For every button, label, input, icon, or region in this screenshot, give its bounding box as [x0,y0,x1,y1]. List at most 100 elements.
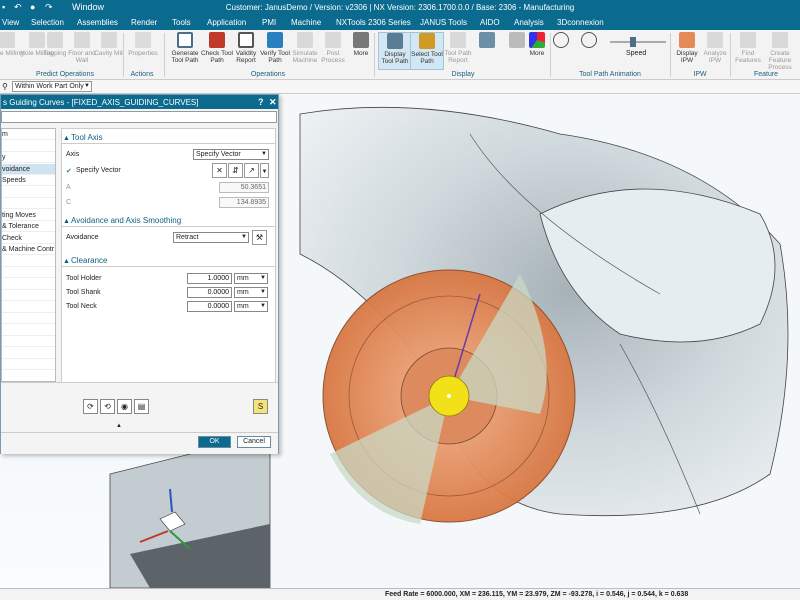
select-tool-path-icon [419,33,435,49]
find-features-button[interactable]: Find Features [731,32,765,70]
nav-item[interactable]: voidance [2,163,55,175]
nav-item[interactable]: & Machine Contr [2,244,55,255]
menu-nxtools[interactable]: NXTools 2306 Series [336,18,411,27]
nav-item[interactable] [2,187,55,198]
group-predict-operations: Predict Operations [36,71,94,78]
nav-item[interactable] [2,371,55,381]
avoidance-settings-button[interactable]: ⚒ [252,230,267,245]
tool-neck-unit-select[interactable]: mm ▼ [234,301,268,312]
generate-icon: ⟳ [87,402,94,411]
section-avoidance[interactable]: ▲Avoidance and Axis Smoothing [62,216,275,227]
more-operations-button[interactable]: More [344,32,378,70]
vector-type-button[interactable]: ↗ [244,163,259,178]
check-icon: ✔ [66,168,72,175]
menu-machine[interactable]: Machine [291,18,321,27]
filter-icon[interactable]: ⚲ [2,82,8,91]
nav-item[interactable] [2,302,55,313]
section-clearance[interactable]: ▲Clearance [62,256,275,267]
cavity-mill-button[interactable]: Cavity Mill [92,32,126,70]
display-tool-path-button[interactable]: Display Tool Path [378,32,412,70]
section-tool-axis[interactable]: ▲Tool Axis [62,133,275,144]
a-angle-field[interactable]: 50.3651 [219,182,269,193]
validity-report-icon [238,32,254,48]
display-tool-path-icon [387,33,403,49]
properties-button[interactable]: Properties [126,32,160,70]
scope-select[interactable]: Within Work Part Only ▼ [12,81,92,92]
analyze-ipw-icon [707,32,723,48]
nav-item[interactable] [2,198,55,209]
speed-slider[interactable] [610,37,666,47]
menu-pmi[interactable]: PMI [262,18,276,27]
chevron-down-icon: ▲ [63,135,70,142]
nav-item[interactable] [2,290,55,301]
menu-selection[interactable]: Selection [31,18,64,27]
reverse-direction-button[interactable]: ⇵ [228,163,243,178]
nav-item[interactable] [2,336,55,347]
select-tool-path-button[interactable]: Select Tool Path [410,32,444,70]
nav-item[interactable]: Speeds [2,175,55,186]
generate-button[interactable]: ⟳ [83,399,98,414]
nav-item[interactable] [2,359,55,370]
verify-button[interactable]: ◉ [117,399,132,414]
cancel-button[interactable]: Cancel [237,436,271,448]
avoidance-select[interactable]: Retract ▼ [173,232,249,243]
list-button[interactable]: ▤ [134,399,149,414]
select-tool-path-dialog-button[interactable]: S [253,399,268,414]
nav-item[interactable]: y [2,152,55,163]
tool-neck-clearance-field[interactable]: 0.0000 [187,301,232,312]
ok-button[interactable]: OK [198,436,231,448]
close-button[interactable]: ✕ [269,97,277,108]
nav-item[interactable] [2,279,55,290]
create-feature-process-button[interactable]: Create Feature Process [763,32,797,71]
c-label: C [66,199,72,206]
verify-tool-path-button[interactable]: Verify Tool Path [258,32,292,70]
speed-slider-handle[interactable] [630,37,636,47]
hole-milling-icon [0,32,15,48]
menu-janus-tools[interactable]: JANUS Tools [420,18,467,27]
menu-tools[interactable]: Tools [172,18,191,27]
nav-item[interactable] [2,348,55,359]
tool-button[interactable] [470,32,504,70]
nav-item[interactable]: ting Moves [2,210,55,221]
vector-dialog-button[interactable]: ✕ [212,163,227,178]
analyze-ipw-button[interactable]: Analyze IPW [698,32,732,70]
axis-select[interactable]: Specify Vector ▼ [193,149,269,160]
menu-assemblies[interactable]: Assemblies [77,18,118,27]
menu-3dconnexion[interactable]: 3Dconnexion [557,18,604,27]
select-tool-path-icon: S [257,402,264,411]
nav-item[interactable] [2,313,55,324]
wrench-icon: ⚒ [255,233,264,242]
dialog-search-input[interactable] [1,111,277,123]
generate-tool-path-button[interactable]: Generate Tool Path [168,32,202,70]
nav-item[interactable] [2,267,55,278]
play-button[interactable] [580,32,598,70]
operation-dialog: s Guiding Curves - [FIXED_AXIS_GUIDING_C… [0,94,279,454]
vector-options-dropdown[interactable]: ▼ [260,163,269,178]
nav-item[interactable] [2,256,55,267]
nav-item[interactable]: m [2,129,55,140]
replay-button[interactable]: ⟲ [100,399,115,414]
dialog-content: ▲Tool Axis Axis Specify Vector ▼ ✔ Specif… [61,128,276,413]
tool-holder-unit-select[interactable]: mm ▼ [234,273,268,284]
menu-view[interactable]: View [2,18,19,27]
tool-shank-clearance-field[interactable]: 0.0000 [187,287,232,298]
group-tool-path-animation: Tool Path Animation [579,71,641,78]
tool-holder-clearance-field[interactable]: 1.0000 [187,273,232,284]
help-button[interactable]: ? [258,97,264,107]
step-back-button[interactable] [552,32,570,70]
collapse-arrow-icon[interactable]: ▲ [116,423,122,429]
nav-item[interactable] [2,325,55,336]
menu-application[interactable]: Application [207,18,246,27]
tool-shank-unit-select[interactable]: mm ▼ [234,287,268,298]
nav-item[interactable]: & Tolerance [2,221,55,232]
nav-item[interactable]: Check [2,233,55,244]
c-angle-field[interactable]: 134.8935 [219,197,269,208]
more-display-button[interactable]: More [520,32,554,70]
tool-holder-label: Tool Holder [66,275,102,282]
vector-type-icon: ↗ [248,166,255,175]
report-icon [450,32,466,48]
menu-aido[interactable]: AIDO [480,18,500,27]
menu-render[interactable]: Render [131,18,157,27]
nav-item[interactable] [2,141,55,152]
menu-analysis[interactable]: Analysis [514,18,544,27]
